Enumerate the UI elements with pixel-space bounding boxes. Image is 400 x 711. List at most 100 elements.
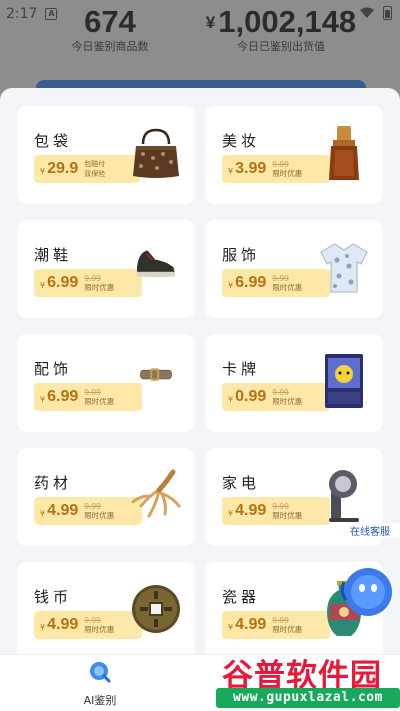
promo-label: 限时优惠 [272,396,303,406]
price-tag: ¥ 6.99 9.99 限时优惠 [34,383,142,411]
category-title: 药材 [34,474,73,492]
price-tag: ¥ 4.99 9.99 限时优惠 [222,497,330,525]
price-value: 6.99 [235,274,267,291]
category-title: 卡牌 [222,360,261,378]
currency-symbol: ¥ [40,166,46,176]
price-extra: 9.99 限时优惠 [272,274,302,293]
original-price: 9.99 [84,273,101,283]
items-count-label: 今日鉴别商品数 [71,40,149,53]
customer-service-label[interactable]: 在线客服 [340,523,400,538]
price-tag: ¥ 6.99 9.99 限时优惠 [34,269,142,297]
trading-card-icon [325,354,363,408]
promo-label: 限时优惠 [84,624,115,634]
items-count-stat: 674 今日鉴别商品数 [60,4,160,54]
category-title: 钱币 [34,588,73,606]
category-card-cards[interactable]: 卡牌 ¥ 0.99 9.99 限时优惠 [205,334,383,432]
ginseng-icon [131,469,181,518]
category-title: 服饰 [222,246,261,264]
belt-icon [140,368,172,381]
price-extra: 9.99 限时优惠 [272,388,302,407]
price-tag: ¥ 4.99 9.99 限时优惠 [34,611,142,639]
price-extra: 9.99 限时优惠 [84,388,114,407]
promo-label: 限时优惠 [84,510,115,520]
promo-label: 限时优惠 [84,396,115,406]
price-value: 4.99 [47,616,79,633]
original-price: 9.99 [84,387,101,397]
currency-symbol: ¥ [228,622,234,632]
promo-label: 限时优惠 [272,510,303,520]
category-card-herbs[interactable]: 药材 ¥ 4.99 9.99 限时优惠 [17,448,195,546]
serum-bottle-icon [329,126,359,180]
promo-label: 限时优惠 [84,282,115,292]
category-title: 瓷器 [222,588,261,606]
price-value: 4.99 [47,502,79,519]
original-price: 9.99 [84,615,101,625]
stats-header: 674 今日鉴别商品数 ¥1,002,148 今日已鉴别出货值 [0,4,400,64]
value-amount-row: ¥1,002,148 [196,4,366,40]
price-extra: 9.99 限时优惠 [84,274,114,293]
category-card-coins[interactable]: 钱币 ¥ 4.99 9.99 限时优惠 [17,562,195,660]
category-title: 美妆 [222,132,261,150]
chat-bot-icon[interactable] [338,566,398,628]
currency-symbol: ¥ [40,280,46,290]
category-card-bags[interactable]: 包袋 ¥ 29.9 包赔付 双保险 [17,106,195,204]
currency-symbol: ¥ [228,508,234,518]
price-extra: 9.99 限时优惠 [84,616,114,635]
price-value: 0.99 [235,388,267,405]
watermark: 谷普软件园 www.gupuxlazal.com [216,648,400,711]
original-price: 9.99 [272,501,289,511]
guarantee-line1: 包赔付 [84,160,106,168]
price-value: 4.99 [235,502,267,519]
value-label: 今日已鉴别出货值 [237,40,325,53]
category-sheet: 包袋 ¥ 29.9 包赔付 双保险 美妆 ¥ 3.99 9.99 限时优惠 潮鞋… [0,88,400,711]
price-tag: ¥ 4.99 9.99 限时优惠 [34,497,142,525]
price-extra: 包赔付 双保险 [84,159,105,179]
category-card-sneakers[interactable]: 潮鞋 ¥ 6.99 9.99 限时优惠 [17,220,195,318]
original-price: 9.99 [84,501,101,511]
search-icon [90,662,111,683]
category-title: 潮鞋 [34,246,73,264]
price-extra: 9.99 限时优惠 [272,502,302,521]
currency-symbol: ¥ [228,394,234,404]
value-amount: 1,002,148 [218,4,357,39]
price-tag: ¥ 0.99 9.99 限时优惠 [222,383,330,411]
watermark-url: www.gupuxlazal.com [216,688,400,708]
currency-symbol: ¥ [40,394,46,404]
coin-icon [132,585,180,633]
currency-symbol: ¥ [228,166,234,176]
price-value: 29.9 [47,160,79,177]
category-title: 包袋 [34,132,73,150]
sneaker-icon [137,250,175,278]
category-title: 家电 [222,474,261,492]
price-value: 6.99 [47,274,79,291]
currency-symbol: ¥ [228,280,234,290]
category-card-apparel[interactable]: 服饰 ¥ 6.99 9.99 限时优惠 [205,220,383,318]
price-value: 4.99 [235,616,267,633]
original-price: 9.99 [272,615,289,625]
currency-symbol: ¥ [40,622,46,632]
promo-label: 限时优惠 [272,168,303,178]
items-count: 674 [84,4,136,39]
handbag-icon [133,128,179,178]
nav-label: AI鉴别 [83,694,117,707]
shirt-icon [320,243,368,293]
promo-label: 限时优惠 [272,282,303,292]
original-price: 9.99 [272,159,289,169]
guarantee-line2: 双保险 [84,170,106,178]
category-card-accessories[interactable]: 配饰 ¥ 6.99 9.99 限时优惠 [17,334,195,432]
price-tag: ¥ 29.9 包赔付 双保险 [34,155,140,183]
price-extra: 9.99 限时优惠 [272,616,302,635]
promo-label: 限时优惠 [272,624,303,634]
currency-symbol: ¥ [40,508,46,518]
price-value: 6.99 [47,388,79,405]
category-title: 配饰 [34,360,73,378]
value-stat: ¥1,002,148 今日已鉴别出货值 [196,4,366,54]
price-extra: 9.99 限时优惠 [84,502,114,521]
price-tag: ¥ 6.99 9.99 限时优惠 [222,269,330,297]
price-tag: ¥ 4.99 9.99 限时优惠 [222,611,330,639]
original-price: 9.99 [272,387,289,397]
category-card-cosmetics[interactable]: 美妆 ¥ 3.99 9.99 限时优惠 [205,106,383,204]
nav-ai-identify[interactable]: AI鉴别 [70,661,130,708]
price-value: 3.99 [235,160,267,177]
price-extra: 9.99 限时优惠 [272,160,302,179]
